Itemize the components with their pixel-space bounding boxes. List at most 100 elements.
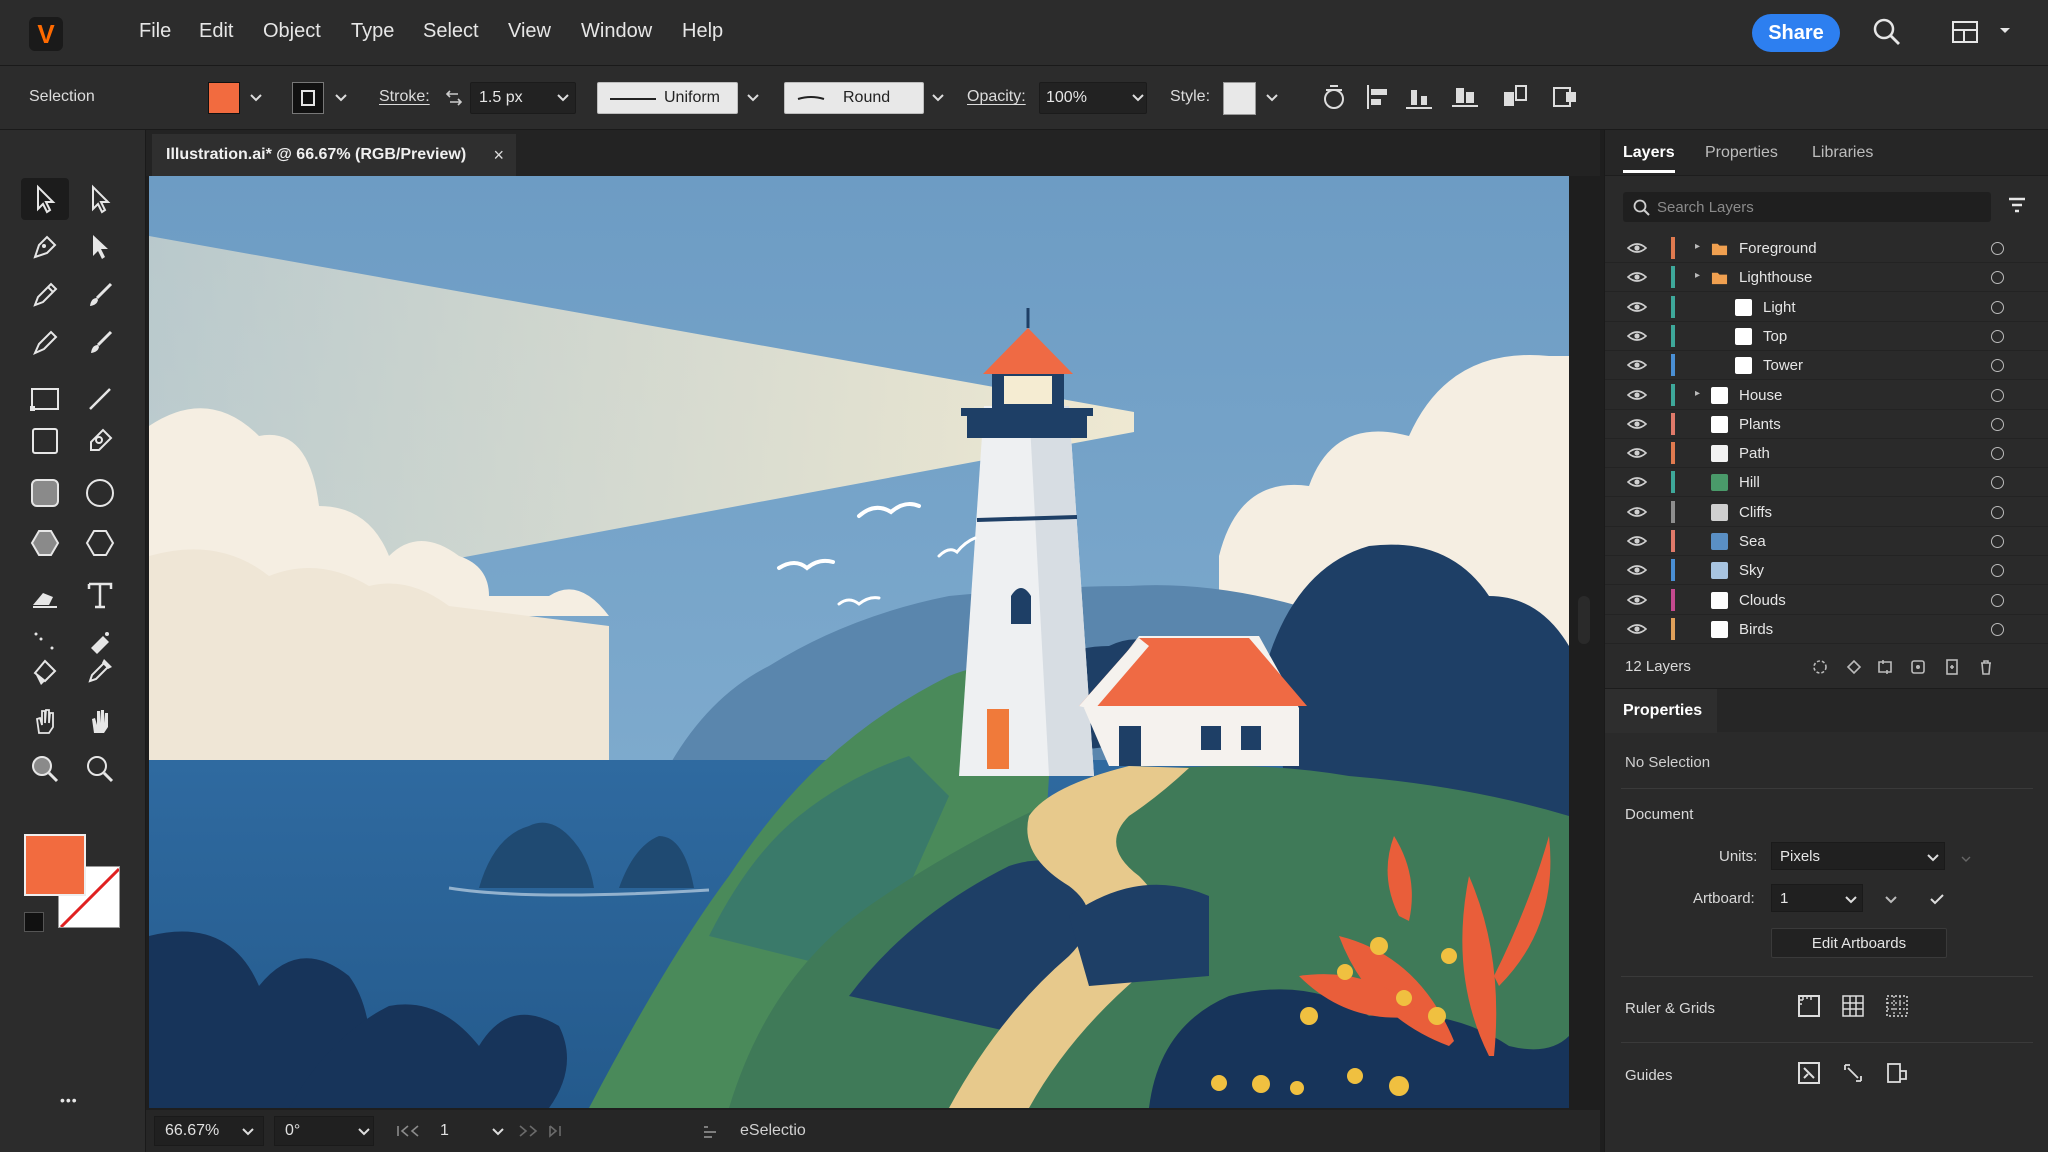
style-dropdown-icon[interactable] [1266,94,1278,102]
house-window-2-shape[interactable] [1241,726,1261,750]
fill-dropdown-icon[interactable] [250,94,262,102]
new-layer-icon[interactable] [1943,658,1961,676]
polygon-fill-tool[interactable] [21,522,69,564]
pencil-tool[interactable] [21,274,69,316]
target-circle-icon[interactable] [1991,329,2004,343]
tab-libraries[interactable]: Libraries [1812,144,1873,162]
menu-help[interactable]: Help [682,20,723,43]
target-circle-icon[interactable] [1991,359,2004,373]
target-circle-icon[interactable] [1991,593,2004,607]
flower-shape[interactable] [1211,1075,1227,1091]
eraser-tool[interactable] [21,574,69,616]
ellipse-tool[interactable] [76,472,124,514]
first-artboard-icon[interactable] [396,1124,426,1138]
tab-properties[interactable]: Properties [1705,144,1778,162]
house-window-1-shape[interactable] [1201,726,1221,750]
rectangle-tool[interactable] [21,420,69,462]
visibility-eye-icon[interactable] [1627,358,1647,372]
layer-row[interactable]: Sea [1605,527,2048,556]
edit-artboards-button[interactable]: Edit Artboards [1771,928,1947,958]
pen-tool[interactable] [21,226,69,268]
share-button[interactable]: Share [1752,14,1840,52]
layer-row[interactable]: Plants [1605,410,2048,439]
artboard-options-icon[interactable] [1885,896,1897,904]
visibility-eye-icon[interactable] [1627,270,1647,284]
menu-file[interactable]: File [139,20,171,43]
menu-window[interactable]: Window [581,20,652,43]
expand-chevron-icon[interactable]: ▸ [1695,388,1700,399]
fill-color-swatch[interactable] [24,834,86,896]
target-circle-icon[interactable] [1991,242,2004,255]
target-circle-icon[interactable] [1991,271,2004,285]
filter-icon[interactable] [2007,196,2027,216]
artboard-select-dropdown-icon[interactable] [1845,896,1857,904]
opacity-label[interactable]: Opacity: [967,88,1026,106]
visibility-eye-icon[interactable] [1627,505,1647,519]
flower-shape[interactable] [1252,1075,1270,1093]
units-select[interactable]: Pixels [1771,842,1945,870]
lighthouse-illustration[interactable] [149,176,1569,1108]
hand-tool[interactable] [76,700,124,742]
layer-row[interactable]: Path [1605,439,2048,469]
menu-object[interactable]: Object [263,20,321,43]
flower-shape[interactable] [1428,1007,1446,1025]
brush-dropdown-icon[interactable] [932,94,944,102]
vertical-scrollbar[interactable] [1578,596,1590,644]
shaper-tool[interactable] [76,420,124,462]
flower-shape[interactable] [1389,1076,1409,1096]
visibility-eye-icon[interactable] [1627,329,1647,343]
graphic-style-swatch[interactable] [1223,82,1256,115]
collect-export-icon[interactable] [1811,658,1829,676]
target-circle-icon[interactable] [1991,505,2004,519]
eraser-brush-tool[interactable] [76,322,124,364]
layer-row[interactable]: Clouds [1605,586,2048,615]
fill-swatch[interactable] [208,82,240,114]
delete-layer-icon[interactable] [1977,658,1995,676]
target-circle-icon[interactable] [1991,476,2004,490]
locate-object-icon[interactable] [1845,658,1863,676]
document-tab[interactable]: Illustration.ai* @ 66.67% (RGB/Preview) … [152,134,516,176]
target-circle-icon[interactable] [1991,300,2004,314]
layer-row[interactable]: ▸ Lighthouse [1605,263,2048,293]
flower-shape[interactable] [1300,1007,1318,1025]
menu-type[interactable]: Type [351,20,394,43]
canvas-area[interactable] [146,176,1600,1110]
search-icon[interactable] [1872,16,1902,48]
flower-shape[interactable] [1347,1068,1363,1084]
visibility-eye-icon[interactable] [1627,475,1647,489]
menu-edit[interactable]: Edit [199,20,233,43]
house-door-shape[interactable] [1119,726,1141,766]
new-sublayer-icon[interactable] [1909,658,1927,676]
stroke-dropdown-icon[interactable] [335,94,347,102]
target-circle-icon[interactable] [1991,388,2004,402]
flower-shape[interactable] [1396,990,1412,1006]
rectangle-frame-tool[interactable] [21,378,69,420]
confirm-check-icon[interactable] [1929,892,1945,906]
flower-shape[interactable] [1370,937,1388,955]
zoom-lasso-tool[interactable] [21,748,69,790]
smart-guides-icon[interactable] [1885,1061,1909,1085]
layer-search-input[interactable]: Search Layers [1623,192,1991,222]
polygon-tool[interactable] [76,522,124,564]
opacity-dropdown-icon[interactable] [1132,94,1144,102]
target-circle-icon[interactable] [1991,535,2004,548]
layer-row[interactable]: ▸ Foreground [1605,234,2048,263]
layer-row[interactable]: Hill [1605,468,2048,498]
stroke-label[interactable]: Stroke: [379,88,430,106]
visibility-eye-icon[interactable] [1627,622,1647,636]
direct-selection-tool[interactable] [76,178,124,220]
visibility-eye-icon[interactable] [1627,300,1647,314]
zoom-dropdown-icon[interactable] [242,1128,254,1136]
live-paint-bucket-tool[interactable] [21,650,69,692]
lantern-light-shape[interactable] [1004,376,1052,404]
visibility-eye-icon[interactable] [1627,534,1647,548]
lock-guides-icon[interactable] [1841,1061,1865,1085]
units-dropdown-icon[interactable] [1927,854,1939,862]
layer-row[interactable]: Sky [1605,556,2048,586]
zoom-tool[interactable] [76,748,124,790]
target-circle-icon[interactable] [1991,447,2004,461]
next-artboard-icon[interactable] [518,1124,568,1138]
visibility-eye-icon[interactable] [1627,593,1647,607]
shape-builder-tool[interactable] [21,472,69,514]
profile-dropdown-icon[interactable] [747,94,759,102]
